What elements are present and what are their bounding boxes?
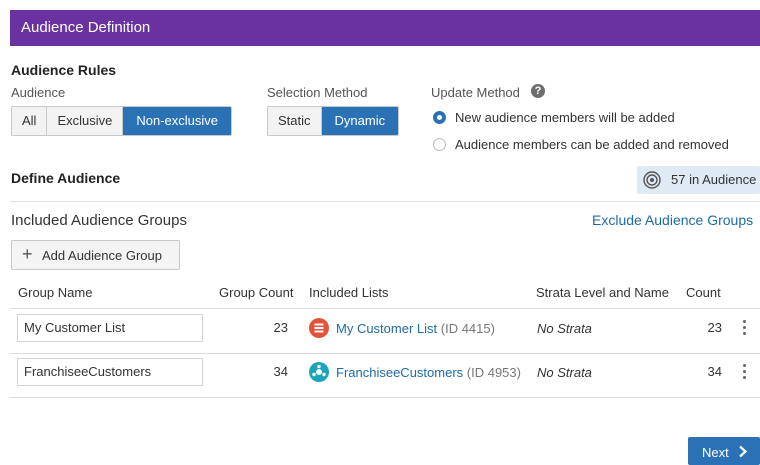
audience-label: Audience	[11, 85, 66, 100]
included-list-entry: My Customer List (ID 4415)	[336, 321, 495, 336]
column-header-group-count: Group Count	[219, 285, 294, 300]
radio-members-added-removed[interactable]	[433, 138, 446, 151]
add-audience-group-label: Add Audience Group	[42, 248, 162, 263]
audience-rules-heading: Audience Rules	[11, 62, 117, 78]
column-header-count: Count	[686, 285, 721, 300]
column-header-group-name: Group Name	[18, 285, 93, 300]
column-header-included-lists: Included Lists	[309, 285, 389, 300]
included-groups-heading: Included Audience Groups	[11, 212, 187, 229]
group-name-input[interactable]: FranchiseeCustomers	[17, 358, 203, 386]
row-actions-icon[interactable]	[743, 320, 747, 338]
list-icon	[309, 318, 329, 338]
list-id: (ID 4415)	[440, 321, 495, 336]
page-title: Audience Definition	[21, 19, 151, 36]
included-list-entry: FranchiseeCustomers (ID 4953)	[336, 365, 521, 380]
radio-label-new-members-added: New audience members will be added	[455, 110, 675, 125]
next-button[interactable]: Next	[688, 437, 760, 465]
define-audience-heading: Define Audience	[11, 170, 121, 186]
page-header: Audience Definition	[10, 10, 760, 46]
group-count: 34	[273, 364, 288, 379]
radio-label-members-added-removed: Audience members can be added and remove…	[455, 137, 729, 152]
strata-text: No Strata	[537, 321, 592, 336]
included-list-link[interactable]: My Customer List	[336, 321, 437, 336]
selection-method-segmented-control: Static Dynamic	[267, 106, 400, 136]
included-list-link[interactable]: FranchiseeCustomers	[336, 365, 463, 380]
selection-option-static[interactable]: Static	[268, 107, 322, 135]
row-divider	[10, 308, 760, 309]
target-icon	[643, 171, 661, 189]
radio-new-members-added[interactable]	[433, 111, 446, 124]
franchise-list-icon	[309, 362, 329, 382]
group-count: 23	[273, 320, 288, 335]
row-count: 34	[707, 364, 722, 379]
audience-option-exclusive[interactable]: Exclusive	[47, 107, 124, 135]
row-count: 23	[707, 320, 722, 335]
divider	[10, 201, 760, 202]
row-divider	[10, 353, 760, 354]
row-actions-icon[interactable]	[743, 364, 747, 382]
chevron-right-icon	[739, 445, 748, 458]
row-divider	[10, 397, 760, 398]
audience-segmented-control: All Exclusive Non-exclusive	[11, 106, 233, 136]
audience-option-non-exclusive[interactable]: Non-exclusive	[123, 107, 232, 135]
audience-option-all[interactable]: All	[12, 107, 48, 135]
plus-icon: +	[22, 244, 33, 264]
exclude-audience-groups-link[interactable]: Exclude Audience Groups	[592, 212, 753, 228]
column-header-strata: Strata Level and Name	[536, 285, 669, 300]
update-method-label: Update Method	[431, 85, 520, 100]
group-name-input[interactable]: My Customer List	[17, 314, 203, 342]
list-id: (ID 4953)	[466, 365, 521, 380]
selection-option-dynamic[interactable]: Dynamic	[321, 107, 399, 135]
audience-count-badge: 57 in Audience	[637, 166, 760, 194]
add-audience-group-button[interactable]: + Add Audience Group	[11, 240, 180, 270]
strata-text: No Strata	[537, 365, 592, 380]
next-label: Next	[702, 445, 729, 460]
selection-method-label: Selection Method	[267, 85, 368, 100]
audience-count-text: 57 in Audience	[671, 172, 757, 187]
help-icon[interactable]: ?	[531, 84, 545, 98]
